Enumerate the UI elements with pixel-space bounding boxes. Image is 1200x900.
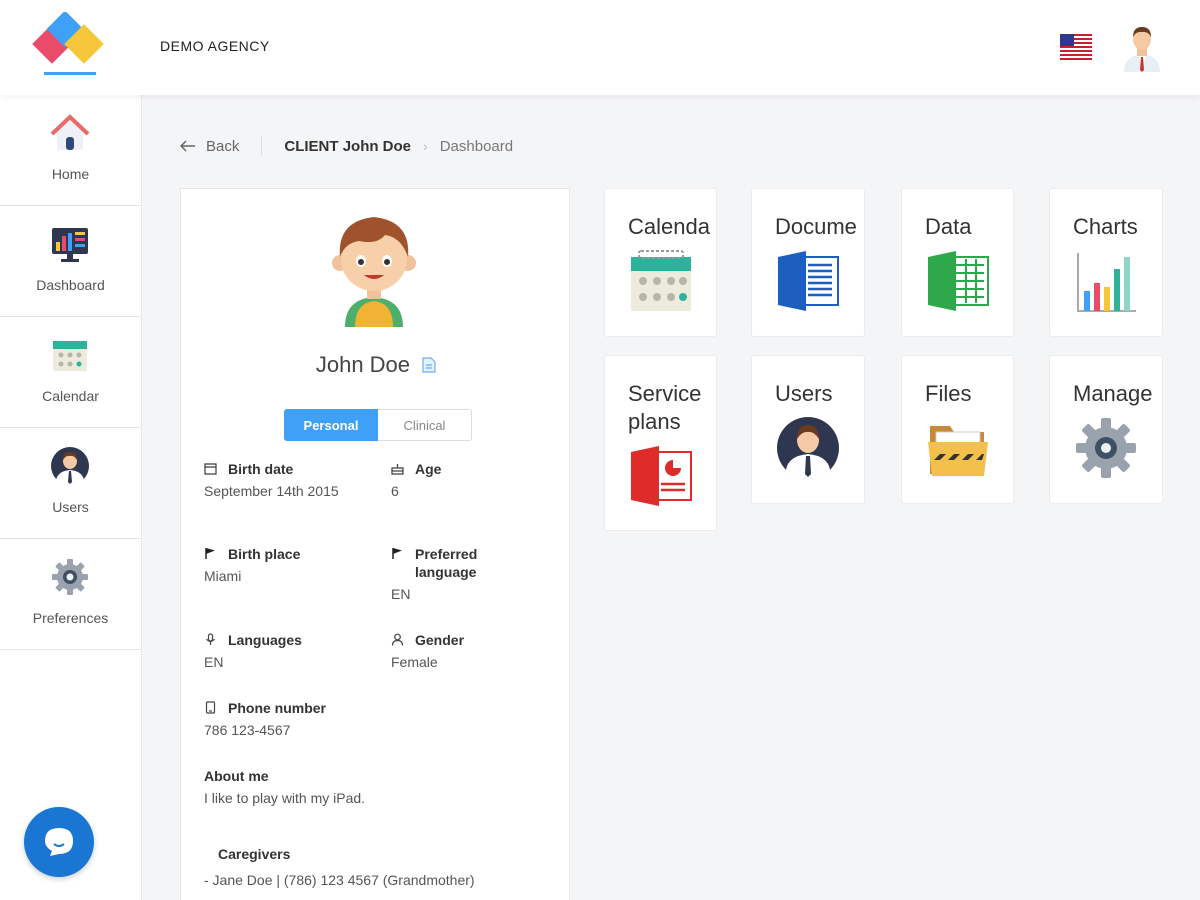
field-value: Miami [204,568,242,584]
field-label: Gender [415,632,465,648]
sidebar-item-preferences[interactable]: Preferences [0,539,141,650]
tile-manage[interactable]: Manage [1049,355,1163,504]
person-icon [391,633,404,646]
sidebar-item-calendar[interactable]: Calendar [0,317,141,428]
client-profile-card: John Doe Personal Clinical Birth date Se… [180,188,570,900]
sidebar-item-label: Preferences [32,610,109,626]
field-label: About me [204,768,269,784]
sidebar-item-users[interactable]: Users [0,428,141,539]
field-about: About me I like to play with my iPad. [204,767,544,807]
top-header: DEMO AGENCY [0,0,1200,95]
tab-clinical[interactable]: Clinical [378,409,472,441]
breadcrumb: Back CLIENT John Doe › Dashboard [180,136,513,156]
arrow-left-icon [180,140,195,152]
bar-chart-icon [1077,253,1136,312]
tile-label: Docume [775,214,857,239]
spreadsheet-icon [928,251,989,311]
sidebar-item-home[interactable]: Home [0,95,141,206]
phone-icon [205,701,216,714]
sidebar-item-label: Users [52,499,89,515]
tile-label: Charts [1073,214,1138,239]
field-label: Caregivers [218,846,291,862]
sidebar-item-label: Calendar [42,388,99,404]
sidebar: Home Dashboard Calendar Users Preference… [0,95,142,900]
tile-label: Data [925,214,972,239]
field-label: Birth date [228,461,294,477]
field-label: Preferred language [415,546,478,580]
field-label: Languages [228,632,302,648]
field-caregivers: Caregivers - Jane Doe | (786) 123 4567 (… [204,845,549,889]
field-value: I like to play with my iPad. [204,790,366,806]
gear-icon [52,559,88,595]
tile-label: Users [775,381,833,406]
field-phone: Phone number 786 123-4567 [204,699,504,739]
flag-icon [392,548,402,559]
flag-icon [205,548,215,559]
sidebar-item-label: Dashboard [36,277,105,293]
tile-files[interactable]: Files [901,355,1014,504]
folder-icon [928,426,988,476]
home-icon [50,114,90,150]
breadcrumb-client[interactable]: CLIENT John Doe [284,138,411,155]
chat-bubble-icon [45,828,73,856]
user-icon [51,447,89,485]
calendar-icon [631,250,691,311]
field-value: EN [391,586,411,602]
gear-icon [1076,418,1136,478]
field-value: Female [391,654,438,670]
tile-charts[interactable]: Charts [1049,188,1163,337]
field-age: Age 6 [391,460,551,500]
field-value: 6 [391,483,399,499]
field-value: - Jane Doe | (786) 123 4567 (Grandmother… [204,872,475,888]
microphone-icon [206,633,215,645]
user-icon [777,417,839,479]
field-label: Phone number [228,700,327,716]
agency-name: DEMO AGENCY [160,38,270,54]
field-value: September 14th 2015 [204,483,339,499]
calendar-icon [53,341,87,371]
client-name-text: John Doe [315,352,411,377]
tile-data[interactable]: Data [901,188,1014,337]
profile-tabs: Personal Clinical [284,409,472,441]
field-birth-date: Birth date September 14th 2015 [204,460,354,500]
back-button[interactable]: Back [180,138,239,155]
field-preferred-language: Preferred language EN [391,545,501,603]
tile-label: Service plans [628,381,702,434]
field-value: 786 123-4567 [204,722,291,738]
field-label: Birth place [228,546,301,562]
tile-service-plans[interactable]: Service plans [604,355,717,531]
calendar-small-icon [204,463,217,475]
tile-users[interactable]: Users [751,355,865,504]
breadcrumb-current: Dashboard [439,137,514,155]
field-label: Age [415,461,442,477]
back-label: Back [206,137,240,155]
us-flag-icon[interactable] [1060,34,1092,60]
child-avatar-icon [332,217,416,327]
tile-label: Manage [1073,381,1153,406]
dashboard-icon [52,228,88,262]
user-avatar-icon[interactable] [1120,24,1164,72]
document-icon[interactable] [422,357,436,373]
cake-icon [391,464,404,475]
field-value: EN [204,654,224,670]
tile-label: Files [925,381,972,406]
field-languages: Languages EN [204,631,354,671]
field-birth-place: Birth place Miami [204,545,354,585]
document-icon [778,251,839,311]
chevron-right-icon: › [423,138,428,154]
sidebar-item-dashboard[interactable]: Dashboard [0,206,141,317]
tile-label: Calenda [628,214,710,239]
tile-calendar[interactable]: Calenda [604,188,717,337]
field-gender: Gender Female [391,631,551,671]
breadcrumb-divider [261,136,263,156]
agency-logo-icon[interactable] [30,12,110,80]
tab-personal[interactable]: Personal [284,409,378,441]
client-name: John Doe [181,352,571,378]
tile-documents[interactable]: Docume [751,188,865,337]
presentation-icon [631,446,692,506]
sidebar-item-label: Home [51,166,90,182]
chat-button[interactable] [24,807,94,877]
